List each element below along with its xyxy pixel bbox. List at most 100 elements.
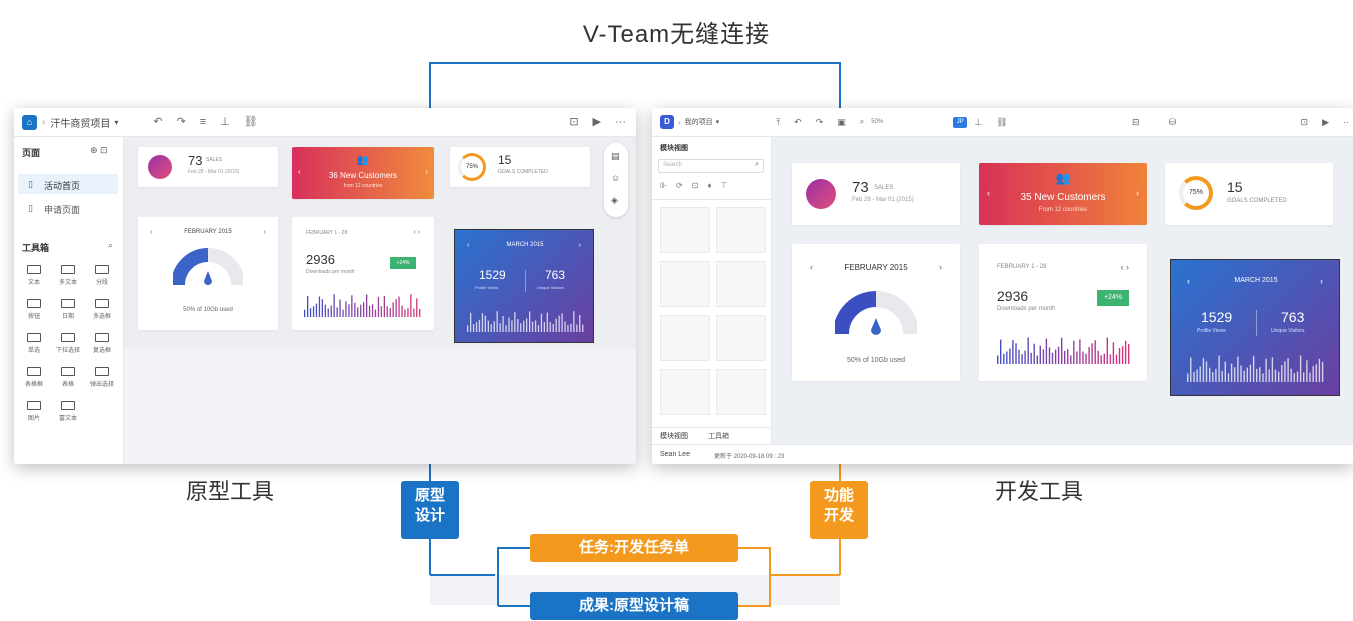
more-icon[interactable]: ··· bbox=[615, 116, 626, 128]
bar-mark bbox=[1045, 338, 1048, 364]
stack-icon[interactable]: ◈ bbox=[611, 195, 618, 206]
toolbox-item[interactable]: 单选 bbox=[18, 333, 50, 354]
more-icon[interactable]: ·· bbox=[1343, 117, 1349, 127]
dev-logo-icon[interactable]: D bbox=[660, 115, 674, 129]
emoji-icon[interactable]: ☺ bbox=[611, 173, 620, 183]
preview-icon[interactable]: ▶ bbox=[593, 116, 601, 128]
module-search-field[interactable]: Search ⌕ bbox=[658, 159, 764, 173]
bar-mark bbox=[1221, 370, 1223, 382]
toolbox-item[interactable]: 图片 bbox=[18, 401, 50, 422]
chevron-right-icon[interactable]: › bbox=[264, 229, 266, 236]
share-icon[interactable]: ⊡ bbox=[1301, 117, 1309, 127]
preview-icon[interactable]: ▶ bbox=[1322, 117, 1329, 127]
bar-mark bbox=[333, 294, 335, 317]
search-icon[interactable]: ⌕ bbox=[108, 240, 113, 251]
distribute-icon[interactable]: ⊥ bbox=[974, 117, 982, 127]
bar-mark bbox=[1187, 373, 1189, 382]
bar-mark bbox=[1118, 348, 1121, 364]
toolbox-item[interactable]: 多选框 bbox=[86, 299, 118, 320]
customers-card[interactable]: ‹ › 👥 35 New Customers From 12 countries bbox=[979, 163, 1147, 225]
undo-icon[interactable]: ↶ bbox=[153, 116, 162, 128]
toolbox-item[interactable]: 表格 bbox=[52, 367, 84, 388]
redo-icon[interactable]: ↷ bbox=[177, 116, 186, 128]
save-icon[interactable]: ⊟ bbox=[1132, 117, 1140, 127]
bar-mark bbox=[561, 313, 563, 332]
undo-icon[interactable]: ↶ bbox=[794, 117, 802, 127]
downloads-card[interactable]: FEBRUARY 1 - 28 ‹ › 2936 Downloads per m… bbox=[292, 217, 434, 330]
bar-mark bbox=[360, 304, 362, 317]
downloads-value: 2936 bbox=[306, 252, 335, 267]
customers-card[interactable]: ‹ › 👥 36 New Customers from 12 countries bbox=[292, 147, 434, 199]
module-thumbnail[interactable] bbox=[716, 315, 766, 361]
module-thumbnail[interactable] bbox=[716, 369, 766, 415]
home-icon[interactable]: ⌂ bbox=[22, 114, 37, 130]
page-item[interactable]: ▯ 申请页面 bbox=[18, 198, 118, 218]
redo-icon[interactable]: ↷ bbox=[816, 117, 824, 127]
toolbox-item[interactable]: 下拉选择 bbox=[52, 333, 84, 354]
march-title: MARCH 2015 bbox=[1234, 277, 1278, 284]
march-card-selected[interactable]: ‹ MARCH 2015 › 1529 Profile Views 763 Un… bbox=[454, 229, 594, 343]
align-icon[interactable]: ≡ bbox=[200, 116, 206, 128]
bar-mark bbox=[1215, 368, 1217, 382]
march-card-selected[interactable]: ‹ MARCH 2015 › 1529 Profile Views 763 Un… bbox=[1170, 259, 1340, 396]
module-thumbnail[interactable] bbox=[716, 207, 766, 253]
toolbox-item[interactable]: 表格框 bbox=[18, 367, 50, 388]
module-thumbnail[interactable] bbox=[660, 261, 710, 307]
toolbox-item[interactable]: 按钮 bbox=[18, 299, 50, 320]
link-icon[interactable]: ⛓ bbox=[244, 116, 258, 128]
bar-mark bbox=[345, 301, 347, 317]
sales-card[interactable]: 73 SALES Feb 28 - Mar 01 (2015) bbox=[138, 147, 278, 187]
page-item-active[interactable]: ▯ 活动首页 bbox=[18, 174, 118, 194]
zoom-level[interactable]: 50% bbox=[871, 119, 883, 125]
toolbox-item[interactable]: 复选框 bbox=[86, 333, 118, 354]
zoom-icon[interactable]: ⌕ bbox=[860, 118, 864, 126]
range-nav-icon[interactable]: ‹ › bbox=[413, 229, 420, 236]
add-page-icon[interactable]: ⊕ ⊡ bbox=[90, 145, 108, 156]
module-thumbnail[interactable] bbox=[660, 207, 710, 253]
database-icon[interactable]: ⛁ bbox=[1169, 117, 1177, 127]
chevron-right-icon[interactable]: › bbox=[939, 262, 942, 272]
distribute-icon[interactable]: ⊥ bbox=[220, 116, 230, 128]
chevron-right-icon[interactable]: › bbox=[579, 242, 581, 249]
tab-module-view[interactable]: 模块视图 bbox=[660, 431, 688, 441]
sales-date: Feb 28 - Mar 01 (2015) bbox=[852, 197, 914, 203]
gauge-card[interactable]: ‹ FEBRUARY 2015 › 50% of 10Gb used bbox=[792, 244, 960, 381]
page-item-label: 申请页面 bbox=[44, 205, 81, 215]
bar-mark bbox=[1202, 358, 1205, 382]
link-icon[interactable]: ⛓ bbox=[996, 117, 1007, 127]
gauge-chart bbox=[173, 248, 243, 286]
toolbox-item[interactable]: 文本 bbox=[18, 265, 50, 286]
toolbox-item[interactable]: 日期 bbox=[52, 299, 84, 320]
search-icon[interactable]: ⌕ bbox=[755, 161, 759, 169]
toolbox-item[interactable]: 富文本 bbox=[52, 401, 84, 422]
range-nav-icon[interactable]: ‹ › bbox=[1121, 262, 1130, 272]
bar-mark bbox=[1061, 337, 1063, 364]
tab-toolbox[interactable]: 工具箱 bbox=[708, 431, 729, 441]
sales-card[interactable]: 73 SALES Feb 28 - Mar 01 (2015) bbox=[792, 163, 960, 225]
goals-card[interactable]: 75% 15 GOALS COMPLETED bbox=[450, 147, 590, 187]
gauge-card[interactable]: ‹ FEBRUARY 2015 › 50% of 10Gb used bbox=[138, 217, 278, 330]
bar-mark bbox=[1051, 352, 1054, 364]
goals-card[interactable]: 75% 15 GOALS COMPLETED bbox=[1165, 163, 1333, 225]
module-thumbnail[interactable] bbox=[660, 369, 710, 415]
chevron-down-icon[interactable]: ▾ bbox=[114, 118, 118, 127]
module-thumbnail[interactable] bbox=[660, 315, 710, 361]
toolbox-item[interactable]: 弹出选择 bbox=[86, 367, 118, 388]
bar-mark bbox=[511, 320, 513, 332]
module-filter-icons[interactable]: ⊪⟳⊡♦⊤ bbox=[660, 181, 736, 190]
share-icon[interactable]: ⊡ bbox=[569, 116, 578, 128]
clipboard-icon[interactable]: ▣ bbox=[837, 117, 846, 127]
bar-mark bbox=[1076, 351, 1078, 364]
module-thumbnail[interactable] bbox=[716, 261, 766, 307]
plugin-icon[interactable]: JP bbox=[953, 116, 968, 128]
downloads-card[interactable]: FEBRUARY 1 - 28 ‹ › 2936 Downloads per m… bbox=[979, 244, 1147, 381]
chevron-down-icon[interactable]: ▾ bbox=[716, 118, 720, 126]
chevron-right-icon[interactable]: › bbox=[1320, 276, 1323, 286]
dev-tool-label: 开发工具 bbox=[995, 479, 1084, 504]
toolbox-item[interactable]: 分段 bbox=[86, 265, 118, 286]
upload-icon[interactable]: ⤒ bbox=[776, 117, 780, 127]
project-breadcrumb[interactable]: 我的项目 bbox=[685, 117, 713, 127]
layers-icon[interactable]: ▤ bbox=[611, 151, 620, 162]
toolbox-item[interactable]: 多文本 bbox=[52, 265, 84, 286]
project-breadcrumb[interactable]: 汗牛商贸项目 bbox=[50, 115, 110, 130]
